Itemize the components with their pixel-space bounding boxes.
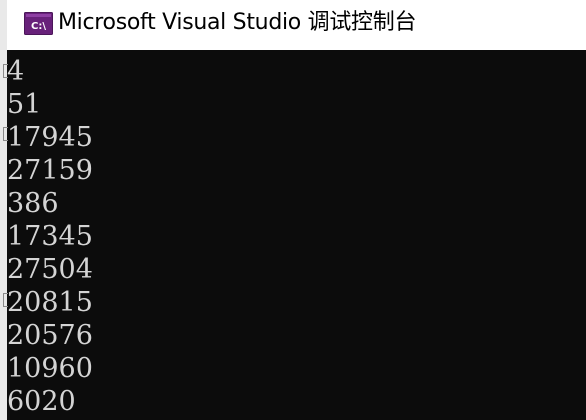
console-line: 20576 <box>7 320 93 351</box>
console-line: 4 <box>7 56 25 87</box>
console-line: 386 <box>7 188 59 219</box>
console-line: 17945 <box>7 122 93 153</box>
console-line: 27504 <box>7 254 93 285</box>
console-line: 20815 <box>7 287 93 318</box>
console-line: 17345 <box>7 221 93 252</box>
window-title: Microsoft Visual Studio 调试控制台 <box>58 10 417 35</box>
window-left-edge <box>0 0 7 420</box>
cmd-terminal-icon: C:\ <box>24 12 53 35</box>
console-window: C:\ Microsoft Visual Studio 调试控制台 4 51 1… <box>0 0 586 420</box>
console-line: 6020 <box>7 386 76 417</box>
console-line: 51 <box>7 89 42 120</box>
console-output-area[interactable]: 4 51 17945 27159 386 17345 27504 20815 2… <box>3 50 586 420</box>
svg-text:C:\: C:\ <box>31 21 46 32</box>
console-line: 10960 <box>7 353 93 384</box>
console-lines: 4 51 17945 27159 386 17345 27504 20815 2… <box>7 55 93 418</box>
title-bar[interactable]: C:\ Microsoft Visual Studio 调试控制台 <box>7 0 586 50</box>
console-line: 27159 <box>7 155 93 186</box>
